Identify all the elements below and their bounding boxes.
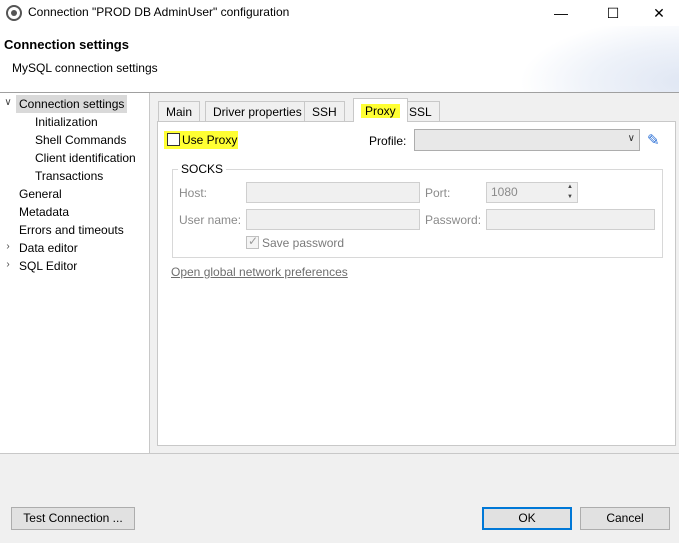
tree-item-transactions[interactable]: Transactions [35, 167, 103, 185]
profile-label: Profile: [369, 134, 407, 148]
settings-tree: ∨ Connection settings Initialization She… [0, 93, 150, 453]
tab-driver-properties[interactable]: Driver properties [205, 101, 310, 122]
tab-proxy-label: Proxy [361, 104, 400, 118]
host-input[interactable] [246, 182, 420, 203]
global-network-preferences-link[interactable]: Open global network preferences [171, 265, 348, 279]
minimize-button[interactable]: — [538, 0, 584, 26]
chevron-right-icon[interactable]: › [3, 241, 13, 252]
close-button[interactable]: ✕ [636, 0, 679, 26]
port-stepper[interactable]: 1080 ▲ ▼ [486, 182, 578, 203]
dialog-header: Connection settings MySQL connection set… [0, 26, 679, 92]
chevron-right-icon[interactable]: › [3, 259, 13, 270]
ok-button[interactable]: OK [482, 507, 572, 530]
password-input[interactable] [486, 209, 655, 230]
tab-main[interactable]: Main [158, 101, 201, 122]
password-label: Password: [425, 213, 482, 227]
username-label: User name: [179, 213, 242, 227]
edit-pencil-icon[interactable]: ✎ [647, 131, 660, 149]
title-bar: Connection "PROD DB AdminUser" configura… [0, 0, 679, 26]
tree-item-general[interactable]: General [19, 185, 62, 203]
save-password-label: Save password [262, 236, 345, 250]
save-password-checkbox[interactable] [246, 234, 259, 249]
username-input[interactable] [246, 209, 420, 230]
tree-item-metadata[interactable]: Metadata [19, 203, 69, 221]
use-proxy-checkbox[interactable] [167, 133, 180, 146]
chevron-down-icon: ∨ [627, 133, 635, 144]
tree-item-connection-settings[interactable]: Connection settings [16, 95, 128, 113]
page-title: Connection settings [4, 37, 129, 52]
app-logo-icon [6, 5, 22, 21]
tree-item-errors-and-timeouts[interactable]: Errors and timeouts [19, 221, 124, 239]
page-subtitle: MySQL connection settings [12, 61, 158, 75]
tree-item-initialization[interactable]: Initialization [35, 113, 98, 131]
profile-select[interactable]: ∨ [414, 129, 640, 151]
port-value: 1080 [491, 185, 518, 199]
tree-item-data-editor[interactable]: Data editor [19, 239, 78, 257]
tree-item-client-identification[interactable]: Client identification [35, 149, 136, 167]
cancel-button[interactable]: Cancel [580, 507, 670, 530]
tree-item-shell-commands[interactable]: Shell Commands [35, 131, 126, 149]
host-label: Host: [179, 186, 208, 200]
maximize-button[interactable]: ☐ [590, 0, 636, 26]
tab-proxy[interactable]: Proxy [353, 98, 408, 122]
banner-decoration [519, 26, 679, 92]
spin-down-icon[interactable]: ▼ [564, 193, 576, 202]
tab-ssh[interactable]: SSH [304, 101, 345, 122]
spin-up-icon[interactable]: ▲ [564, 183, 576, 192]
use-proxy-label: Use Proxy [182, 133, 238, 147]
socks-legend: SOCKS [178, 162, 227, 176]
chevron-down-icon[interactable]: ∨ [3, 97, 13, 108]
port-label: Port: [425, 186, 451, 200]
tree-item-sql-editor[interactable]: SQL Editor [19, 257, 77, 275]
window-title: Connection "PROD DB AdminUser" configura… [28, 5, 290, 19]
footer-divider [0, 453, 679, 454]
test-connection-button[interactable]: Test Connection ... [11, 507, 135, 530]
